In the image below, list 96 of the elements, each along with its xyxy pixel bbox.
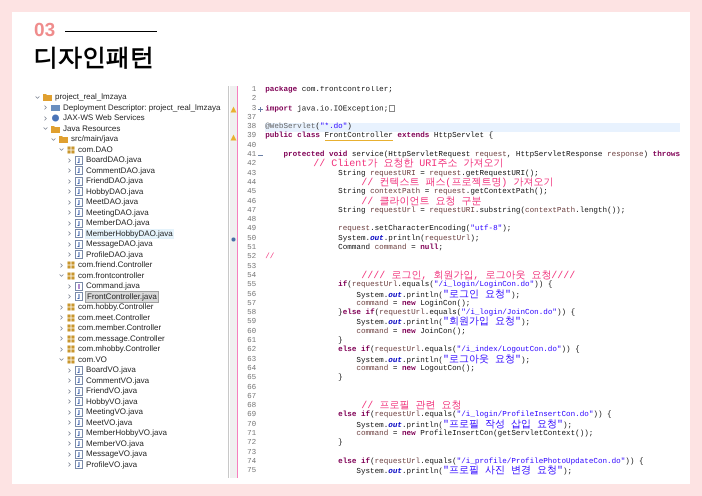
section-number: 03 [34,20,56,42]
tree-item[interactable]: com.frontcontroller [77,270,146,281]
tree-item[interactable]: MessageVO.java [85,449,148,460]
folded-code-box[interactable] [389,104,396,112]
code-text: // 클라이언트 요청 구분 [361,198,482,207]
tree-item[interactable]: MemberVO.java [85,438,145,449]
fold-plus-icon[interactable] [258,106,264,112]
tree-item[interactable]: com.mhobby.Controller [77,344,162,354]
collapse-chevron-icon[interactable] [58,304,65,311]
collapse-chevron-icon[interactable] [66,419,73,426]
tree-item[interactable]: MessageDAO.java [85,239,154,250]
tree-item[interactable]: CommentDAO.java [85,166,156,176]
fold-minus-icon[interactable] [258,153,264,158]
tree-item[interactable]: com.friend.Controller [77,260,154,270]
interface-file-icon [75,282,83,291]
tree-item[interactable]: com.DAO [77,144,114,155]
tree-item[interactable]: MeetingDAO.java [85,208,150,218]
descriptor-icon [51,104,60,112]
tree-item[interactable]: FriendVO.java [85,386,138,396]
tree-item[interactable]: MemberHobbyDAO.java [85,228,174,239]
collapse-chevron-icon[interactable] [66,240,73,248]
collapse-chevron-icon[interactable] [66,282,73,290]
tree-item[interactable]: CommentVO.java [85,376,150,386]
collapse-chevron-icon[interactable] [66,377,73,384]
tree-item[interactable]: ProfileDAO.java [85,250,144,260]
code-text: //// 로그인, 회원가입, 로그아웃 요청//// [361,272,576,282]
collapse-chevron-icon[interactable] [66,220,73,227]
package-icon [67,345,75,354]
slide-title: 디자인패턴 [34,42,155,72]
tree-item[interactable]: ProfileVO.java [85,460,138,470]
package-icon [67,272,75,280]
tree-item[interactable]: HobbyDAO.java [85,186,144,197]
collapse-chevron-icon[interactable] [42,114,49,122]
collapse-chevron-icon[interactable] [66,408,73,416]
tree-item[interactable]: MemberDAO.java [85,218,151,228]
package-icon [67,146,75,154]
expand-chevron-icon[interactable] [42,125,49,132]
collapse-chevron-icon[interactable] [66,366,73,374]
collapse-chevron-icon[interactable] [66,461,73,468]
package-icon [67,303,75,312]
tree-item[interactable]: Java Resources [62,124,122,134]
tree-item[interactable]: JAX-WS Web Services [62,113,146,124]
folder-icon [43,93,52,102]
tree-item[interactable]: MeetDAO.java [85,197,140,208]
tree-item[interactable]: com.message.Controller [77,334,166,344]
tree-item[interactable]: HobbyVO.java [85,396,139,407]
package-icon [67,261,75,270]
tree-item[interactable]: src/main/java [70,134,120,144]
tree-item[interactable]: MeetVO.java [85,418,134,428]
collapse-chevron-icon[interactable] [66,293,73,300]
tree-item[interactable]: Command.java [85,281,141,292]
collapse-chevron-icon[interactable] [42,104,49,112]
tree-item[interactable]: MemberHobbyVO.java [85,428,168,438]
collapse-chevron-icon[interactable] [66,398,73,406]
expand-chevron-icon[interactable] [58,272,65,280]
package-icon [67,324,75,332]
package-icon [67,314,75,322]
collapse-chevron-icon[interactable] [58,335,65,342]
collapse-chevron-icon[interactable] [58,346,65,353]
java-file-icon [75,292,83,302]
collapse-chevron-icon[interactable] [66,188,73,196]
tree-item[interactable]: com.hobby.Controller [77,302,154,312]
code-text: // 컨텍스트 패스(프로젝트명) 가져오기 [361,178,554,188]
collapse-chevron-icon[interactable] [66,450,73,458]
collapse-chevron-icon[interactable] [66,388,73,395]
expand-chevron-icon[interactable] [58,356,65,364]
collapse-chevron-icon[interactable] [66,156,73,164]
package-icon [67,334,75,343]
tree-item[interactable]: MeetingVO.java [85,407,144,418]
web-services-icon [51,114,60,122]
tree-item[interactable]: com.meet.Controller [77,312,152,323]
tree-item[interactable]: FriendDAO.java [85,176,144,186]
tree-item[interactable]: com.VO [77,354,108,365]
collapse-chevron-icon[interactable] [66,198,73,206]
expand-chevron-icon[interactable] [50,136,57,143]
collapse-chevron-icon[interactable] [58,262,65,269]
tree-item[interactable]: project_real_lmzaya [54,92,128,102]
code-text: // 프로필 관련 요청 [360,402,462,412]
collapse-chevron-icon[interactable] [66,440,73,448]
collapse-chevron-icon[interactable] [66,251,73,258]
collapse-chevron-icon[interactable] [58,324,65,332]
collapse-chevron-icon[interactable] [66,178,73,185]
collapse-chevron-icon[interactable] [58,314,65,322]
package-icon [67,356,75,364]
expand-chevron-icon[interactable] [58,146,65,154]
tree-item[interactable]: Deployment Descriptor: project_real_lmzaya [62,102,222,113]
collapse-chevron-icon[interactable] [66,167,73,174]
tree-item[interactable]: com.member.Controller [77,323,162,334]
expand-chevron-icon[interactable] [34,94,41,101]
collapse-chevron-icon[interactable] [66,209,73,216]
collapse-chevron-icon[interactable] [66,230,73,238]
code-text: // Client가 요청한 URI주소 가져오기 [312,160,504,170]
collapse-chevron-icon[interactable] [66,430,73,437]
tree-item[interactable]: BoardVO.java [85,365,137,376]
tree-item[interactable]: BoardDAO.java [85,155,143,166]
tree-item[interactable]: FrontController.java [85,290,159,303]
